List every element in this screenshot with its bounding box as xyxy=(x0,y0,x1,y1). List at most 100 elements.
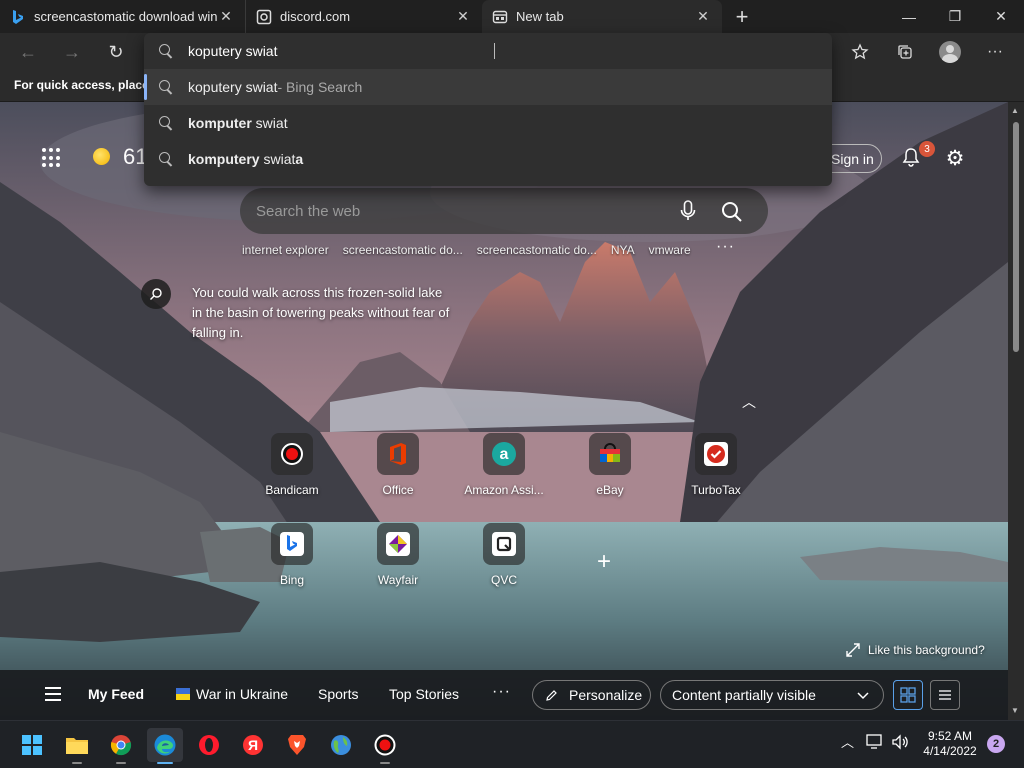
page-scrollbar[interactable]: ▲ ▼ xyxy=(1008,102,1024,720)
running-indicator xyxy=(72,762,82,764)
tab-strip: screencastomatic download windows ✕ disc… xyxy=(0,0,1024,33)
tile-label: TurboTax xyxy=(691,483,741,497)
tile-ebay[interactable]: eBay xyxy=(565,433,655,517)
tile-amazon-assistant[interactable]: a Amazon Assi... xyxy=(459,433,549,517)
quick-link[interactable]: NYA xyxy=(611,243,635,257)
content-visibility-value: Content partially visible xyxy=(672,687,816,703)
ebay-icon xyxy=(589,433,631,475)
like-background-link[interactable]: Like this background? xyxy=(846,643,985,657)
like-background-label: Like this background? xyxy=(868,643,985,657)
feed-menu-icon[interactable] xyxy=(45,687,61,701)
content-visibility-dropdown[interactable]: Content partially visible xyxy=(660,680,884,710)
quick-link[interactable]: screencastomatic do... xyxy=(343,243,463,257)
scroll-up-icon[interactable]: ▲ xyxy=(1011,106,1019,115)
tab-title: discord.com xyxy=(280,9,351,24)
close-tab-icon[interactable]: ✕ xyxy=(694,8,712,25)
taskbar-clock[interactable]: 9:52 AM 4/14/2022 xyxy=(920,729,980,759)
list-layout-button[interactable] xyxy=(930,680,960,710)
tab-title: screencastomatic download windows xyxy=(34,9,217,24)
taskbar-brave[interactable] xyxy=(279,728,315,762)
close-window-icon[interactable]: ✕ xyxy=(978,0,1024,33)
ukraine-flag-icon xyxy=(176,688,190,700)
feed-tab-my-feed[interactable]: My Feed xyxy=(88,686,144,702)
suggestion-item[interactable]: komputer swiat xyxy=(144,105,832,141)
start-button[interactable] xyxy=(14,728,50,762)
svg-text:a: a xyxy=(500,446,509,463)
microphone-icon[interactable] xyxy=(678,199,698,223)
suggestion-item[interactable]: komputery swiat a xyxy=(144,141,832,177)
qvc-icon xyxy=(483,523,525,565)
background-fact-text[interactable]: You could walk across this frozen-solid … xyxy=(192,283,452,343)
weather-sun-icon[interactable] xyxy=(93,148,110,165)
taskbar-edge[interactable] xyxy=(147,728,183,764)
close-tab-icon[interactable]: ✕ xyxy=(454,8,472,25)
suggestion-suffix: - Bing Search xyxy=(277,79,363,95)
tab-discord[interactable]: discord.com ✕ xyxy=(245,0,482,33)
new-tab-button[interactable]: + xyxy=(722,0,762,33)
address-bar-value: koputery swiat xyxy=(188,43,278,59)
tile-bandicam[interactable]: Bandicam xyxy=(247,433,337,517)
taskbar-file-explorer[interactable] xyxy=(59,728,95,764)
volume-icon[interactable] xyxy=(891,734,909,753)
personalize-label: Personalize xyxy=(569,687,643,703)
add-site-button[interactable]: + xyxy=(597,548,611,576)
taskbar-yandex[interactable]: Я xyxy=(235,728,271,762)
address-bar[interactable]: koputery swiat xyxy=(144,33,832,69)
tile-bing[interactable]: Bing xyxy=(247,523,337,607)
running-indicator xyxy=(380,762,390,764)
feed-more-icon[interactable]: ··· xyxy=(492,683,511,701)
taskbar-opera[interactable] xyxy=(191,728,227,762)
pencil-icon xyxy=(546,690,557,701)
grid-layout-button[interactable] xyxy=(893,680,923,710)
suggestion-item[interactable]: koputery swiat - Bing Search xyxy=(144,69,832,105)
feed-tab-war-in-ukraine[interactable]: War in Ukraine xyxy=(176,686,288,702)
search-icon xyxy=(158,115,174,131)
tab-new-tab[interactable]: New tab ✕ xyxy=(482,0,722,33)
feed-tab-sports[interactable]: Sports xyxy=(318,686,358,702)
image-info-search-icon[interactable] xyxy=(141,279,171,309)
collapse-chevron-icon[interactable]: ︿ xyxy=(742,392,756,412)
suggestion-text: swiat xyxy=(259,151,296,167)
collections-icon[interactable] xyxy=(891,40,919,64)
bing-icon xyxy=(10,9,26,25)
taskbar-chrome[interactable] xyxy=(103,728,139,764)
tile-wayfair[interactable]: Wayfair xyxy=(353,523,443,607)
running-indicator xyxy=(116,762,126,764)
app-launcher-icon[interactable] xyxy=(42,148,62,168)
taskbar-bandicam[interactable] xyxy=(367,728,403,764)
tab-screencastomatic[interactable]: screencastomatic download windows ✕ xyxy=(0,0,245,33)
tile-turbotax[interactable]: TurboTax xyxy=(671,433,761,517)
profile-avatar[interactable] xyxy=(936,40,964,64)
quick-link[interactable]: internet explorer xyxy=(242,243,329,257)
more-quick-links-icon[interactable]: ··· xyxy=(716,238,735,256)
opera-icon xyxy=(199,735,219,755)
back-arrow-icon[interactable]: ← xyxy=(14,39,42,65)
restore-icon[interactable]: ❐ xyxy=(932,0,978,33)
tile-qvc[interactable]: QVC xyxy=(459,523,549,607)
scroll-down-icon[interactable]: ▼ xyxy=(1011,706,1019,715)
show-hidden-icons-chevron-icon[interactable]: ︿ xyxy=(841,732,854,751)
more-options-icon[interactable]: ··· xyxy=(981,40,1009,64)
expand-icon xyxy=(846,643,860,657)
forward-arrow-icon[interactable]: → xyxy=(58,39,86,65)
network-icon[interactable] xyxy=(866,734,884,753)
start-icon xyxy=(22,735,42,755)
taskbar-earth-app[interactable] xyxy=(323,728,359,762)
refresh-icon[interactable]: ↻ xyxy=(102,39,130,65)
personalize-button[interactable]: Personalize xyxy=(532,680,651,710)
grid-icon xyxy=(900,687,916,703)
tile-office[interactable]: Office xyxy=(353,433,443,517)
earth-app-icon xyxy=(331,735,351,755)
running-indicator xyxy=(157,762,173,764)
notification-center-badge[interactable]: 2 xyxy=(987,735,1005,753)
feed-tab-top-stories[interactable]: Top Stories xyxy=(389,686,459,702)
settings-gear-icon[interactable]: ⚙ xyxy=(942,145,968,171)
quick-link[interactable]: vmware xyxy=(649,243,691,257)
file-explorer-icon xyxy=(66,738,88,754)
close-tab-icon[interactable]: ✕ xyxy=(217,8,235,25)
minimize-icon[interactable]: — xyxy=(886,0,932,33)
scrollbar-thumb[interactable] xyxy=(1013,122,1019,352)
favorites-star-icon[interactable] xyxy=(846,40,874,64)
quick-link[interactable]: screencastomatic do... xyxy=(477,243,597,257)
search-submit-icon[interactable] xyxy=(720,200,744,224)
